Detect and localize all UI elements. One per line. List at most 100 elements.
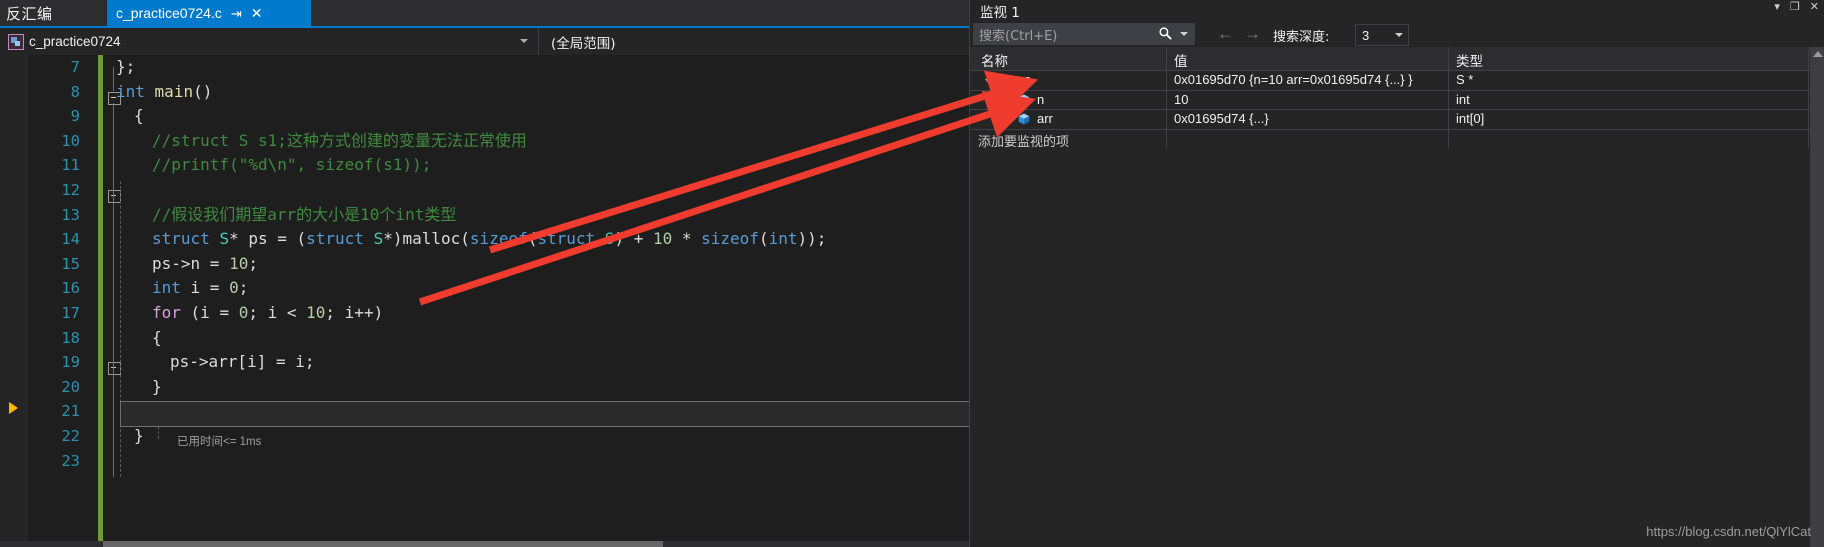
- arrow-right-icon[interactable]: →: [1244, 25, 1261, 42]
- cell-divider: [1448, 110, 1449, 129]
- watch-name: n: [1037, 91, 1045, 107]
- current-statement-highlight: [120, 401, 969, 427]
- watermark: https://blog.csdn.net/QlYlCat: [1646, 524, 1811, 539]
- watch-name: ps: [1017, 72, 1031, 87]
- arrow-left-icon[interactable]: ←: [1217, 25, 1234, 42]
- close-icon[interactable]: ✕: [251, 6, 263, 20]
- object-cube-icon: [1018, 94, 1030, 105]
- column-divider: [1808, 47, 1809, 70]
- column-header-type[interactable]: 类型: [1456, 50, 1483, 70]
- member-scope-dropdown[interactable]: (全局范围): [539, 28, 969, 55]
- column-divider[interactable]: [1166, 47, 1167, 70]
- add-watch-placeholder: 添加要监视的项: [978, 134, 1070, 150]
- editor-bottom-edge: [0, 541, 969, 547]
- cell-divider: [1448, 71, 1449, 90]
- line-number: 10: [61, 131, 80, 150]
- watch-window: 监视 1 ▾ ❐ ✕ 搜索(Ctrl+E) ← → 搜索深度: 3 名称 值 类…: [969, 0, 1824, 547]
- scroll-up-arrow-icon[interactable]: [1813, 51, 1823, 57]
- watch-vertical-scrollbar[interactable]: [1810, 47, 1824, 547]
- elapsed-time-adornment: 已用时间<= 1ms: [177, 433, 261, 449]
- chevron-down-icon[interactable]: [1180, 32, 1188, 36]
- tab-disassembly-label: 反汇编: [6, 5, 53, 23]
- cell-divider: [1166, 129, 1167, 148]
- code-line[interactable]: };: [116, 57, 135, 77]
- search-input[interactable]: 搜索(Ctrl+E): [973, 23, 1195, 45]
- code-line[interactable]: int main(): [116, 82, 212, 102]
- watch-value[interactable]: 0x01695d74 {...}: [1174, 111, 1269, 126]
- indicator-margin[interactable]: [0, 55, 28, 547]
- table-row[interactable]: n 10 int: [970, 90, 1824, 110]
- project-icon: [8, 33, 24, 50]
- object-cube-icon: [1018, 113, 1030, 125]
- cell-divider: [1448, 90, 1449, 109]
- code-editor[interactable]: 7 8 9 10 11 12 13 14 15 16 17 18 19 20 21 22 23 }; int ma…: [0, 55, 969, 547]
- line-number: 21: [61, 402, 80, 421]
- code-line[interactable]: ps->n = 10;: [152, 254, 258, 274]
- project-scope-dropdown[interactable]: c_practice0724: [0, 28, 539, 55]
- chevron-down-icon[interactable]: [1395, 33, 1403, 37]
- line-number: 12: [61, 181, 80, 199]
- maximize-icon[interactable]: ❐: [1790, 2, 1800, 13]
- code-line[interactable]: int i = 0;: [152, 278, 248, 298]
- code-line[interactable]: ps->arr[i] = i;: [170, 352, 315, 372]
- watch-value[interactable]: 0x01695d70 {n=10 arr=0x01695d74 {...} }: [1174, 72, 1413, 87]
- line-number: 13: [61, 205, 80, 224]
- object-cube-icon: [998, 74, 1010, 86]
- search-depth-value: 3: [1362, 27, 1370, 43]
- line-number: 11: [61, 156, 80, 175]
- tab-disassembly[interactable]: 反汇编: [6, 3, 53, 24]
- watch-grid[interactable]: 名称 值 类型 ps 0x01695d70 {n=10 arr=0x01695d…: [970, 47, 1824, 547]
- line-number: 22: [61, 427, 80, 445]
- code-line[interactable]: //假设我们期望arr的大小是10个int类型: [152, 205, 456, 225]
- window-buttons: ▾ ❐ ✕: [1774, 2, 1819, 13]
- watch-type: int[0]: [1456, 111, 1485, 126]
- line-number-gutter: 7 8 9 10 11 12 13 14 15 16 17 18 19 20 21 22 23: [28, 55, 90, 547]
- search-depth-stepper[interactable]: 3: [1355, 24, 1409, 46]
- column-header-value[interactable]: 值: [1174, 50, 1188, 70]
- pin-icon[interactable]: ⇥: [231, 7, 242, 20]
- cell-divider: [1808, 71, 1809, 90]
- code-line[interactable]: //struct S s1;这种方式创建的变量无法正常使用: [152, 131, 527, 151]
- watch-name: arr: [1037, 111, 1053, 126]
- code-line[interactable]: }: [152, 377, 162, 397]
- tab-active-label: c_practice0724.c: [116, 5, 222, 21]
- table-row[interactable]: ps 0x01695d70 {n=10 arr=0x01695d74 {...}…: [970, 71, 1824, 91]
- indent-guide: [120, 181, 121, 477]
- elapsed-time-label: 已用时间: [177, 434, 223, 448]
- line-number: 17: [61, 304, 80, 322]
- tab-strip: 反汇编 c_practice0724.c ⇥ ✕: [0, 0, 969, 26]
- watch-type: int: [1456, 91, 1470, 107]
- line-number: 8: [70, 82, 80, 101]
- line-number: 14: [61, 230, 80, 249]
- code-line[interactable]: //printf("%d\n", sizeof(s1));: [152, 155, 431, 175]
- watch-value[interactable]: 10: [1174, 92, 1188, 107]
- close-icon[interactable]: ✕: [1810, 2, 1819, 13]
- column-header-name[interactable]: 名称: [981, 50, 1008, 70]
- watch-window-title: 监视 1: [980, 4, 1020, 21]
- code-line[interactable]: for (i = 0; i < 10; i++): [152, 303, 383, 323]
- code-line[interactable]: }: [134, 426, 144, 446]
- cell-divider: [1808, 110, 1809, 129]
- minimize-icon[interactable]: ▾: [1774, 2, 1780, 13]
- navigation-bar: c_practice0724 (全局范围): [0, 28, 969, 56]
- watch-title-bar: 监视 1 ▾ ❐ ✕: [970, 0, 1824, 21]
- code-line[interactable]: {: [152, 328, 162, 348]
- search-icon[interactable]: [1158, 26, 1173, 41]
- expander-icon[interactable]: [985, 79, 993, 84]
- line-number: 16: [61, 279, 80, 298]
- code-line[interactable]: {: [134, 106, 144, 126]
- line-number: 19: [61, 353, 80, 372]
- watch-type: S *: [1456, 72, 1474, 87]
- column-divider[interactable]: [1448, 47, 1449, 70]
- chevron-down-icon: [520, 39, 528, 43]
- cell-divider: [1808, 90, 1809, 109]
- table-row[interactable]: arr 0x01695d74 {...} int[0]: [970, 110, 1824, 130]
- line-number: 20: [61, 377, 80, 396]
- code-text-layer[interactable]: }; int main() { //struct S s1;这种方式创建的变量无法正常…: [104, 55, 969, 547]
- yellow-arrow-icon: [9, 402, 18, 414]
- code-line[interactable]: struct S* ps = (struct S*)malloc(sizeof(…: [152, 229, 826, 249]
- cell-divider: [1166, 90, 1167, 109]
- horizontal-scrollbar[interactable]: [103, 541, 663, 547]
- tab-c-practice0724[interactable]: c_practice0724.c ⇥ ✕: [107, 0, 311, 26]
- add-watch-row[interactable]: 添加要监视的项: [970, 129, 1824, 150]
